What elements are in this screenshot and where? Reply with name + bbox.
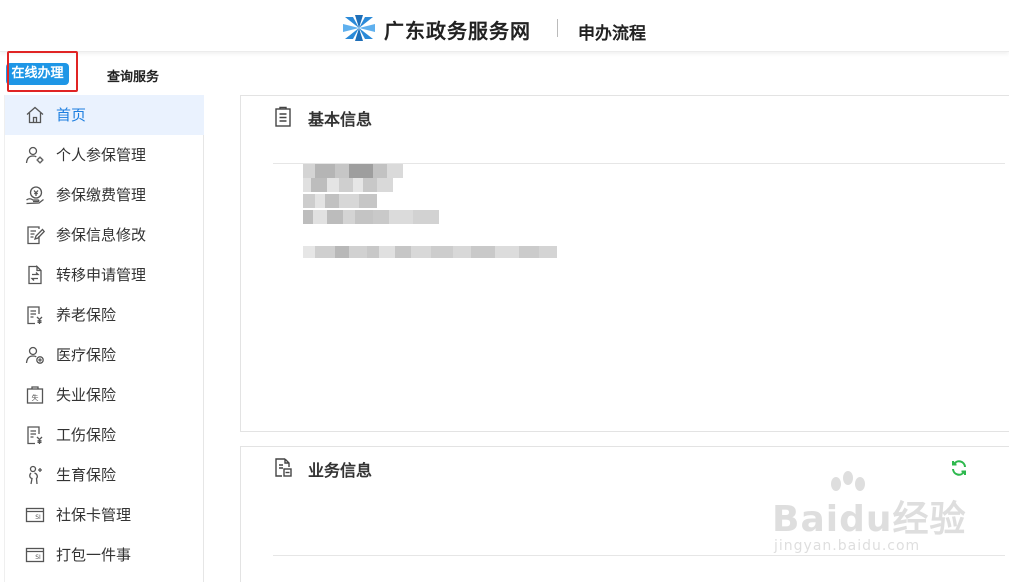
sidebar-item-label: 参保信息修改 xyxy=(56,226,147,244)
pension-document-icon xyxy=(27,306,43,325)
sidebar-item-medical[interactable]: 医疗保险 xyxy=(5,335,204,375)
site-title: 广东政务服务网 xyxy=(384,19,531,43)
maternity-icon xyxy=(29,465,42,485)
payment-icon xyxy=(26,186,44,205)
sidebar-menu: 首页 个人参保管理 参保缴费管理 参保信息修改 转移申请管理 养老保险 医疗保险… xyxy=(4,95,204,582)
redacted-info-line xyxy=(303,178,393,192)
business-info-divider xyxy=(273,555,1005,556)
sidebar-item-label: 参保缴费管理 xyxy=(56,186,147,204)
sidebar-item-label: 转移申请管理 xyxy=(56,266,147,284)
person-settings-icon xyxy=(25,146,44,164)
sidebar-item-label: 打包一件事 xyxy=(56,546,132,564)
redacted-info-line xyxy=(303,210,439,224)
package-card-icon: SI xyxy=(25,547,45,563)
top-header: 广东政务服务网 申办流程 xyxy=(0,0,1009,52)
sidebar-item-maternity[interactable]: 生育保险 xyxy=(5,455,204,495)
business-info-title: 业务信息 xyxy=(308,461,373,480)
redacted-info-line xyxy=(303,164,403,178)
business-info-card: 业务信息 xyxy=(240,446,1009,582)
sidebar-item-transfer[interactable]: 转移申请管理 xyxy=(5,255,204,295)
sidebar-item-si-card[interactable]: SI 社保卡管理 xyxy=(5,495,204,535)
basic-info-title: 基本信息 xyxy=(308,110,373,129)
sidebar-item-label: 个人参保管理 xyxy=(56,146,147,164)
unemployment-icon: 失 xyxy=(26,386,44,404)
sidebar-item-label: 工伤保险 xyxy=(56,426,117,444)
home-icon xyxy=(26,106,44,124)
sidebar-item-info-modify[interactable]: 参保信息修改 xyxy=(5,215,204,255)
svg-text:SI: SI xyxy=(35,554,41,561)
sidebar-item-home[interactable]: 首页 xyxy=(5,95,204,135)
transfer-document-icon xyxy=(28,265,42,285)
sidebar-item-label: 失业保险 xyxy=(56,386,117,404)
tab-query-service[interactable]: 查询服务 xyxy=(107,66,159,85)
sidebar-item-label: 生育保险 xyxy=(56,466,117,484)
sidebar-item-payment[interactable]: 参保缴费管理 xyxy=(5,175,204,215)
sidebar-item-label: 养老保险 xyxy=(56,306,117,324)
injury-document-icon xyxy=(27,426,43,445)
sidebar-item-pension[interactable]: 养老保险 xyxy=(5,295,204,335)
document-search-icon xyxy=(275,458,292,477)
medical-person-icon xyxy=(25,346,44,364)
clipboard-icon xyxy=(275,106,291,127)
sidebar-item-label: 社保卡管理 xyxy=(56,506,132,524)
svg-text:SI: SI xyxy=(35,514,41,521)
redacted-info-line xyxy=(303,194,377,208)
sidebar-item-work-injury[interactable]: 工伤保险 xyxy=(5,415,204,455)
svg-text:失: 失 xyxy=(32,393,39,402)
sidebar-item-personal-insurance[interactable]: 个人参保管理 xyxy=(5,135,204,175)
si-card-icon: SI xyxy=(25,507,45,523)
sidebar-item-package[interactable]: SI 打包一件事 xyxy=(5,535,204,575)
redacted-info-line xyxy=(303,246,557,258)
header-divider xyxy=(557,19,558,37)
basic-info-card: 基本信息 xyxy=(240,95,1009,432)
sidebar-item-unemployment[interactable]: 失 失业保险 xyxy=(5,375,204,415)
edit-document-icon xyxy=(27,226,45,245)
sidebar-item-label: 医疗保险 xyxy=(56,346,117,364)
refresh-icon[interactable] xyxy=(950,459,968,477)
page-subtitle: 申办流程 xyxy=(578,24,646,44)
sidebar-item-label: 首页 xyxy=(56,106,87,124)
tab-online-service[interactable]: 在线办理 xyxy=(6,63,69,85)
logo-icon xyxy=(343,15,375,41)
